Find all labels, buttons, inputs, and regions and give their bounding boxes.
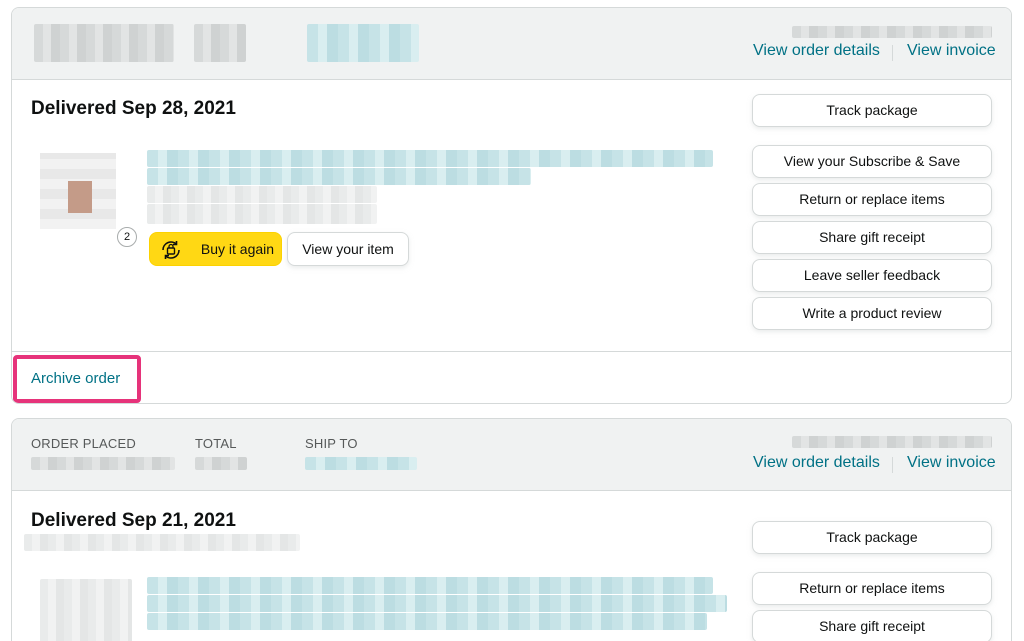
product-thumbnail[interactable] xyxy=(40,153,116,229)
archive-order-link[interactable]: Archive order xyxy=(31,370,120,387)
buy-it-again-label: Buy it again xyxy=(200,241,275,257)
redacted-return-info xyxy=(147,186,377,203)
reorder-icon xyxy=(162,241,180,259)
order-card: ORDER PLACED TOTAL SHIP TO View order de… xyxy=(11,418,1012,641)
redacted-product-title-line3 xyxy=(147,613,707,630)
leave-seller-feedback-button[interactable]: Leave seller feedback xyxy=(752,259,992,292)
redacted-delivery-note xyxy=(24,534,300,551)
order-header: ORDER PLACED TOTAL SHIP TO View order de… xyxy=(12,419,1011,491)
return-replace-button[interactable]: Return or replace items xyxy=(752,183,992,216)
order-footer xyxy=(12,351,1011,403)
view-invoice-link[interactable]: View invoice xyxy=(907,42,996,60)
track-package-button[interactable]: Track package xyxy=(752,94,992,127)
redacted-total-value xyxy=(195,457,247,470)
total-label: TOTAL xyxy=(195,436,237,451)
redacted-ship-to xyxy=(307,24,419,62)
return-replace-button[interactable]: Return or replace items xyxy=(752,572,992,605)
product-image xyxy=(68,181,92,213)
order-header: View order details View invoice xyxy=(12,8,1011,80)
share-gift-receipt-button[interactable]: Share gift receipt xyxy=(752,221,992,254)
redacted-return-info-line2 xyxy=(147,204,377,224)
ship-to-label: SHIP TO xyxy=(305,436,358,451)
link-divider xyxy=(892,457,893,473)
delivery-status: Delivered Sep 21, 2021 xyxy=(31,510,236,531)
link-divider xyxy=(892,45,893,61)
delivery-status: Delivered Sep 28, 2021 xyxy=(31,98,236,119)
redacted-product-title-line2 xyxy=(147,595,727,612)
product-thumbnail[interactable] xyxy=(40,579,132,641)
view-invoice-link[interactable]: View invoice xyxy=(907,454,996,472)
share-gift-receipt-button[interactable]: Share gift receipt xyxy=(752,610,992,641)
view-subscribe-save-button[interactable]: View your Subscribe & Save xyxy=(752,145,992,178)
track-package-button[interactable]: Track package xyxy=(752,521,992,554)
buy-it-again-button[interactable]: Buy it again xyxy=(149,232,282,266)
view-order-details-link[interactable]: View order details xyxy=(753,42,880,60)
order-placed-label: ORDER PLACED xyxy=(31,436,136,451)
redacted-order-number xyxy=(792,26,992,38)
redacted-order-placed xyxy=(34,24,174,62)
redacted-recipient[interactable] xyxy=(305,457,417,470)
redacted-product-title-line2 xyxy=(147,168,531,185)
redacted-product-title[interactable] xyxy=(147,577,713,594)
write-review-button[interactable]: Write a product review xyxy=(752,297,992,330)
quantity-badge: 2 xyxy=(117,227,137,247)
order-card: View order details View invoice Delivere… xyxy=(11,7,1012,404)
view-your-item-button[interactable]: View your item xyxy=(287,232,409,266)
redacted-order-number xyxy=(792,436,992,448)
view-order-details-link[interactable]: View order details xyxy=(753,454,880,472)
redacted-product-title[interactable] xyxy=(147,150,713,167)
redacted-total xyxy=(194,24,246,62)
redacted-order-date xyxy=(31,457,175,470)
